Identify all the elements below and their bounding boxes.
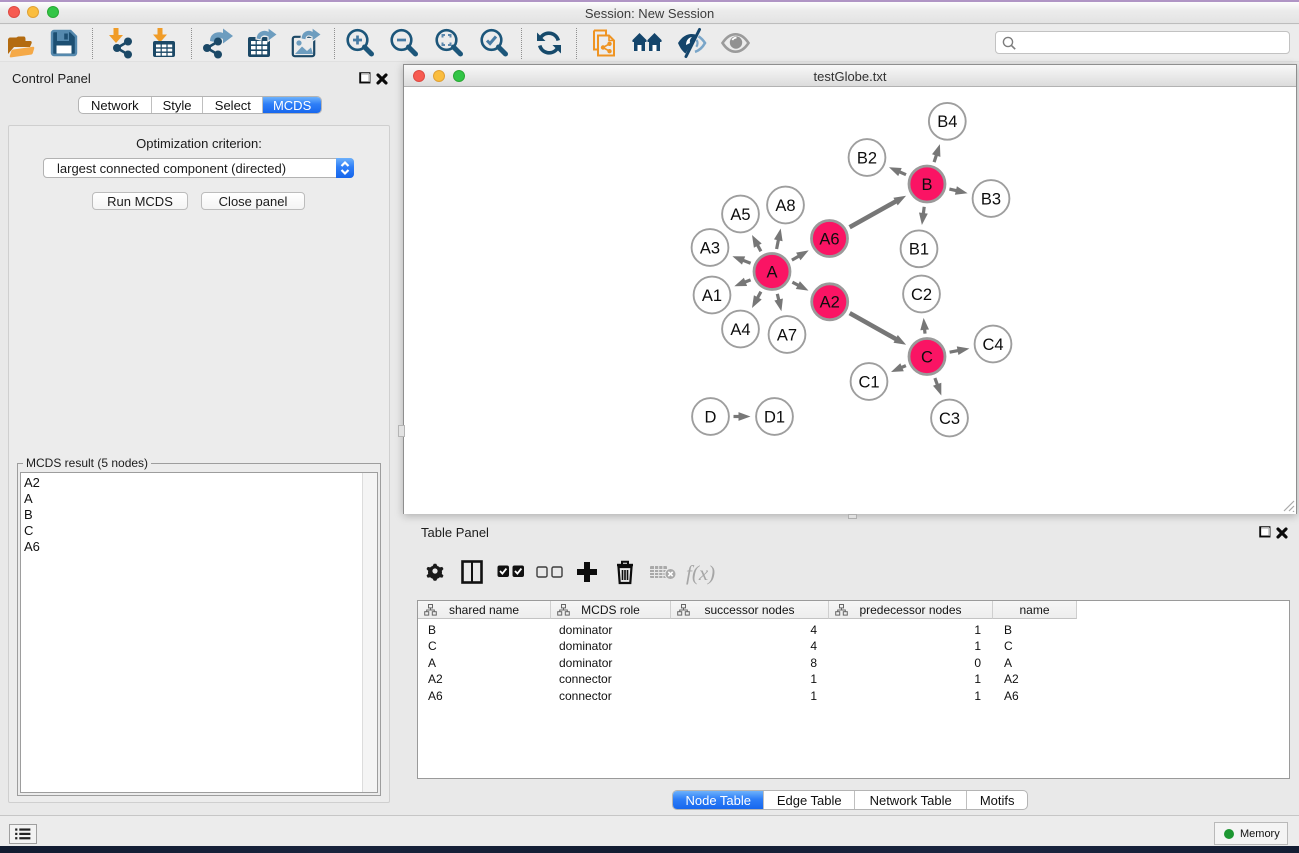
svg-text:A2: A2 bbox=[820, 294, 840, 312]
svg-text:A3: A3 bbox=[700, 239, 720, 257]
svg-text:D: D bbox=[705, 408, 717, 426]
svg-text:B2: B2 bbox=[857, 149, 877, 167]
svg-text:C4: C4 bbox=[982, 336, 1003, 354]
svg-text:C: C bbox=[921, 348, 933, 366]
svg-text:D1: D1 bbox=[764, 408, 785, 426]
svg-text:B3: B3 bbox=[981, 190, 1001, 208]
svg-text:C3: C3 bbox=[939, 410, 960, 428]
svg-text:A7: A7 bbox=[777, 326, 797, 344]
svg-text:B4: B4 bbox=[937, 113, 957, 131]
svg-text:A5: A5 bbox=[730, 206, 750, 224]
svg-text:A1: A1 bbox=[702, 287, 722, 305]
svg-text:A: A bbox=[766, 263, 777, 281]
svg-text:A4: A4 bbox=[730, 321, 750, 339]
svg-text:B: B bbox=[921, 176, 932, 194]
svg-text:C2: C2 bbox=[911, 286, 932, 304]
svg-text:C1: C1 bbox=[858, 373, 879, 391]
svg-text:B1: B1 bbox=[909, 241, 929, 259]
svg-text:A8: A8 bbox=[775, 197, 795, 215]
svg-text:A6: A6 bbox=[819, 230, 839, 248]
